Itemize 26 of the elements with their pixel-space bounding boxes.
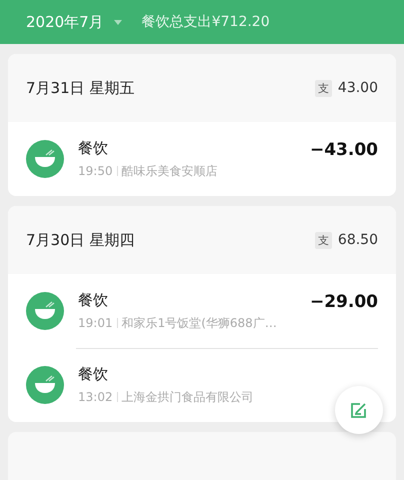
category-label: 餐饮 <box>78 364 109 384</box>
merchant-name: 和家乐1号饭堂(华狮688广… <box>122 314 277 332</box>
transaction-row[interactable]: 餐饮 13:02 上海金拱门食品有限公司 <box>8 348 396 422</box>
merchant-name: 上海金拱门食品有限公司 <box>122 388 254 406</box>
transaction-time: 19:50 <box>78 164 113 178</box>
merchant-name: 酷味乐美食安顺店 <box>122 162 218 180</box>
day-total: 68.50 <box>338 232 378 248</box>
expense-tag: 支 <box>314 232 332 248</box>
expense-tag: 支 <box>314 80 332 96</box>
day-total: 43.00 <box>338 80 378 96</box>
transaction-time: 19:01 <box>78 316 113 330</box>
transaction-amount: −43.00 <box>310 140 378 160</box>
transaction-time: 13:02 <box>78 390 113 404</box>
day-date: 7月31日 星期五 <box>26 78 136 98</box>
transaction-amount: −29.00 <box>310 292 378 312</box>
category-label: 餐饮 <box>78 138 109 158</box>
bowl-icon <box>26 292 64 330</box>
caret-icon[interactable] <box>114 20 122 24</box>
spending-summary: 餐饮总支出¥712.20 <box>142 13 270 31</box>
category-label: 餐饮 <box>78 290 109 310</box>
day-date: 7月30日 星期四 <box>26 230 136 250</box>
transaction-row[interactable]: 餐饮 19:50 酷味乐美食安顺店 −43.00 <box>8 122 396 196</box>
bowl-icon <box>26 366 64 404</box>
transaction-row[interactable]: 餐饮 19:01 和家乐1号饭堂(华狮688广… −29.00 <box>8 274 396 348</box>
bowl-icon <box>26 140 64 178</box>
edit-icon <box>349 400 369 420</box>
